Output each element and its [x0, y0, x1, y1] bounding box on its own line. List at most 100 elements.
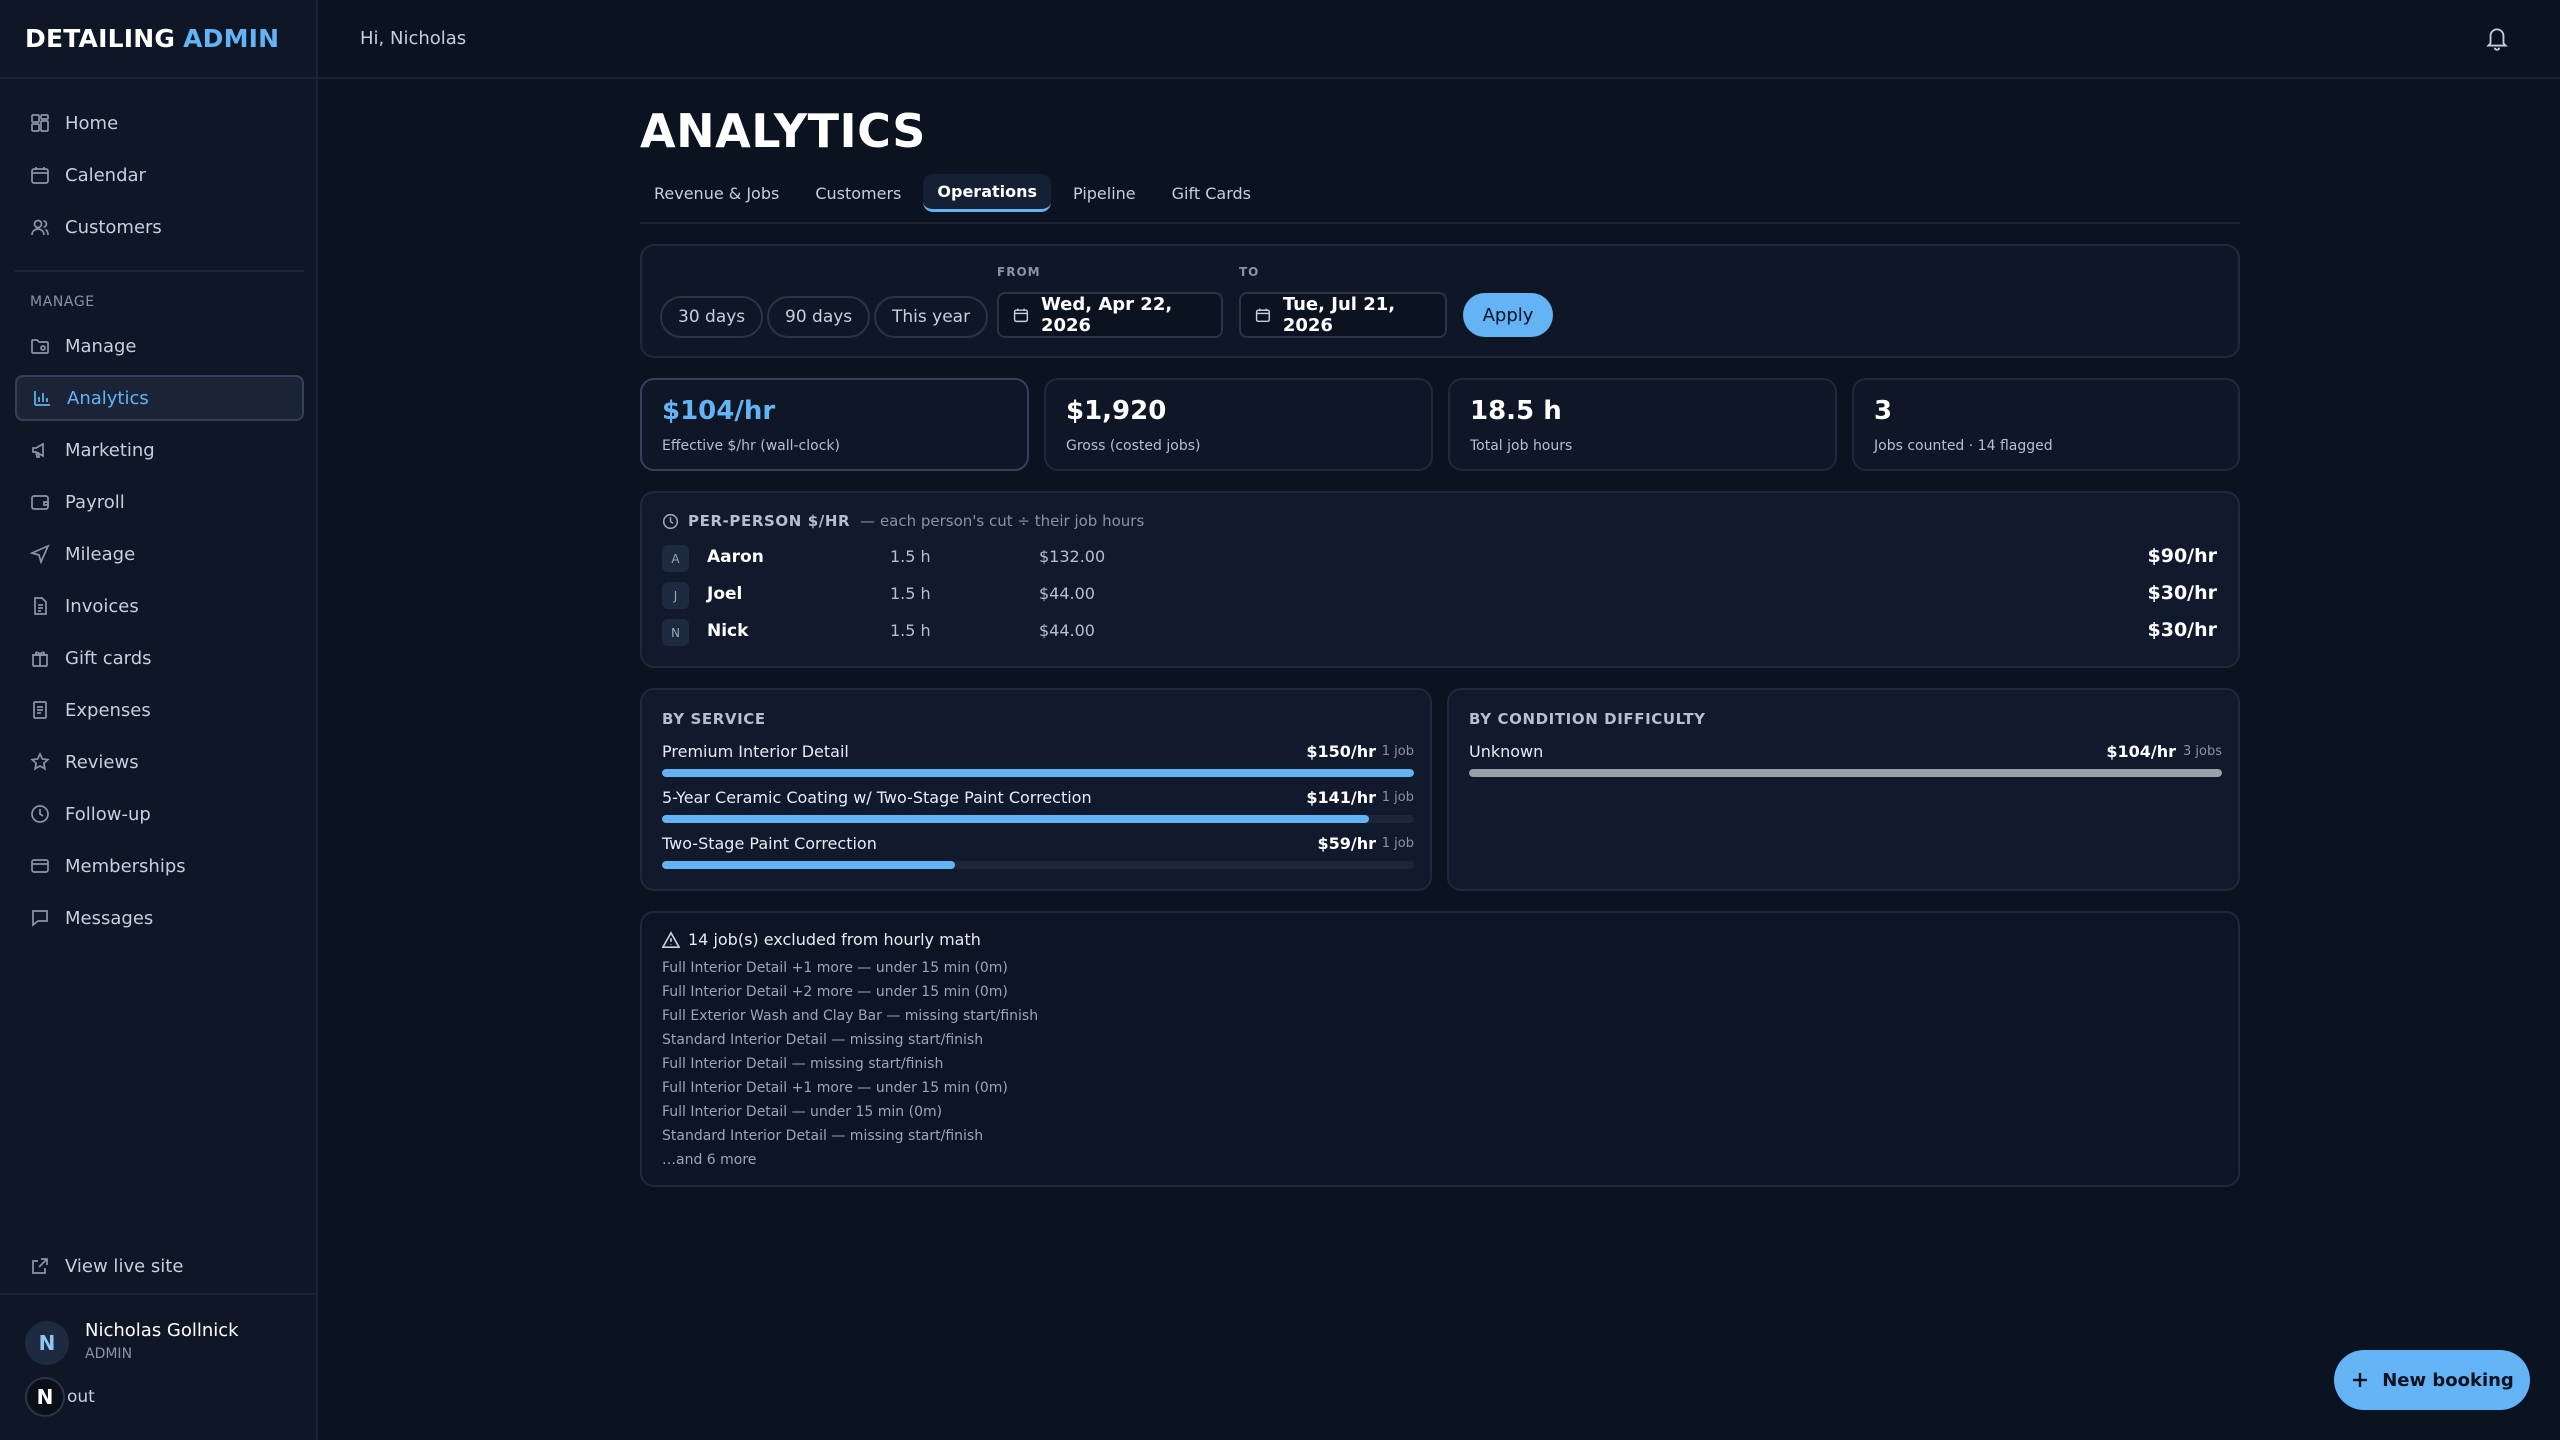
person-name: Aaron — [707, 547, 764, 567]
sidebar-item-calendar[interactable]: Calendar — [15, 152, 304, 198]
preset-90-days-button[interactable]: 90 days — [767, 296, 871, 338]
sidebar-item-customers[interactable]: Customers — [15, 204, 304, 250]
wallet-icon — [30, 492, 50, 512]
tab-customers[interactable]: Customers — [801, 174, 915, 212]
excluded-more: …and 6 more — [662, 1152, 757, 1168]
sidebar-item-label: Mileage — [65, 543, 136, 565]
sidebar-item-label: Memberships — [65, 855, 186, 877]
excluded-item: Full Interior Detail +2 more — under 15 … — [662, 984, 1008, 1000]
gift-icon — [30, 648, 50, 668]
megaphone-icon — [30, 440, 50, 460]
credit-card-icon — [30, 856, 50, 876]
sidebar-item-mileage[interactable]: Mileage — [15, 531, 304, 577]
sidebar-item-memberships[interactable]: Memberships — [15, 843, 304, 889]
per-person-header: PER-PERSON $/HR — each person's cut ÷ th… — [662, 512, 1144, 530]
service-label: 5-Year Ceramic Coating w/ Two-Stage Pain… — [662, 788, 1092, 807]
preset-30-days-button[interactable]: 30 days — [660, 296, 764, 338]
bar-chart-icon — [32, 388, 52, 408]
logout-button[interactable]: N out — [25, 1377, 95, 1417]
service-bar-track — [662, 769, 1414, 777]
sidebar-item-label: Payroll — [65, 491, 125, 513]
sidebar-item-home[interactable]: Home — [15, 100, 304, 146]
kpi-label: Effective $/hr (wall-clock) — [662, 438, 840, 454]
sidebar-item-marketing[interactable]: Marketing — [15, 427, 304, 473]
person-cut: $132.00 — [1039, 547, 1106, 566]
brand-name: DETAILING — [25, 24, 176, 53]
kpi-card-jobs-counted: 3 Jobs counted · 14 flagged — [1852, 378, 2240, 471]
clock-icon — [662, 513, 679, 529]
condition-label: Unknown — [1469, 742, 1544, 761]
excluded-jobs-card: 14 job(s) excluded from hourly math Full… — [640, 911, 2240, 1187]
service-label: Premium Interior Detail — [662, 742, 849, 761]
per-person-card: PER-PERSON $/HR — each person's cut ÷ th… — [640, 491, 2240, 668]
kpi-value: $1,920 — [1066, 396, 1167, 426]
by-service-title: BY SERVICE — [662, 710, 766, 728]
to-label: TO — [1239, 265, 1260, 279]
sidebar-item-label: Home — [65, 112, 119, 134]
per-person-row: A Aaron 1.5 h $132.00 $90/hr — [662, 543, 2217, 573]
service-jobs: 1 job — [1381, 744, 1414, 759]
home-icon — [30, 113, 50, 133]
person-hours: 1.5 h — [890, 547, 931, 566]
brand-accent: ADMIN — [183, 24, 280, 53]
receipt-icon — [30, 700, 50, 720]
sidebar-item-label: Invoices — [65, 595, 139, 617]
condition-bar-row: Unknown $104/hr 3 jobs — [1469, 742, 2222, 782]
message-icon — [30, 908, 50, 928]
tab-operations[interactable]: Operations — [923, 174, 1052, 212]
sidebar-item-label: Reviews — [65, 751, 139, 773]
sidebar-item-payroll[interactable]: Payroll — [15, 479, 304, 525]
users-icon — [30, 217, 50, 237]
sidebar-item-invoices[interactable]: Invoices — [15, 583, 304, 629]
tab-revenue-jobs[interactable]: Revenue & Jobs — [640, 174, 793, 212]
service-rate: $141/hr — [1306, 788, 1376, 807]
user-role: ADMIN — [85, 1346, 133, 1362]
excluded-item: Standard Interior Detail — missing start… — [662, 1128, 984, 1144]
calendar-icon — [1255, 308, 1270, 323]
to-date-field[interactable]: Tue, Jul 21, 2026 — [1239, 292, 1447, 338]
view-live-site-label: View live site — [65, 1255, 184, 1277]
new-booking-button[interactable]: New booking — [2334, 1350, 2530, 1410]
sidebar-item-gift-cards[interactable]: Gift cards — [15, 635, 304, 681]
brand-logo[interactable]: DETAILING ADMIN — [0, 0, 316, 79]
sidebar-item-follow-up[interactable]: Follow-up — [15, 791, 304, 837]
bell-icon[interactable] — [2484, 24, 2510, 52]
sidebar-section-label: MANAGE — [30, 294, 95, 310]
tab-gift-cards[interactable]: Gift Cards — [1158, 174, 1265, 212]
sidebar-item-label: Gift cards — [65, 647, 152, 669]
external-link-icon — [30, 1256, 50, 1276]
view-live-site-link[interactable]: View live site — [15, 1243, 304, 1289]
preset-this-year-button[interactable]: This year — [874, 296, 989, 338]
person-cut: $44.00 — [1039, 621, 1095, 640]
sidebar-item-label: Marketing — [65, 439, 155, 461]
condition-bar-track — [1469, 769, 2222, 777]
sidebar-item-messages[interactable]: Messages — [15, 895, 304, 941]
kpi-value: 18.5 h — [1470, 396, 1562, 426]
by-condition-title: BY CONDITION DIFFICULTY — [1469, 710, 1706, 728]
avatar[interactable]: N — [25, 1321, 69, 1365]
sidebar-item-analytics[interactable]: Analytics — [15, 375, 304, 421]
file-text-icon — [30, 596, 50, 616]
person-rate: $90/hr — [2147, 545, 2218, 567]
per-person-note: — each person's cut ÷ their job hours — [860, 512, 1145, 530]
plus-icon — [2353, 1373, 2368, 1387]
sidebar-item-reviews[interactable]: Reviews — [15, 739, 304, 785]
clock-icon — [30, 804, 50, 824]
sidebar-item-manage[interactable]: Manage — [15, 323, 304, 369]
kpi-label: Total job hours — [1470, 438, 1573, 454]
sidebar-item-label: Follow-up — [65, 803, 151, 825]
excluded-item: Full Interior Detail +1 more — under 15 … — [662, 1080, 1008, 1096]
service-bar-row: Premium Interior Detail $150/hr 1 job — [662, 742, 1414, 782]
kpi-card-effective-rate: $104/hr Effective $/hr (wall-clock) — [640, 378, 1029, 471]
person-hours: 1.5 h — [890, 621, 931, 640]
page-title: ANALYTICS — [640, 104, 926, 158]
apply-button[interactable]: Apply — [1463, 293, 1553, 337]
calendar-icon — [30, 165, 50, 185]
service-bar-track — [662, 861, 1414, 869]
service-bar-row: 5-Year Ceramic Coating w/ Two-Stage Pain… — [662, 788, 1414, 828]
from-date-field[interactable]: Wed, Apr 22, 2026 — [997, 292, 1223, 338]
sidebar-item-expenses[interactable]: Expenses — [15, 687, 304, 733]
by-condition-card: BY CONDITION DIFFICULTY Unknown $104/hr … — [1447, 688, 2240, 891]
condition-rate: $104/hr — [2106, 742, 2176, 761]
tab-pipeline[interactable]: Pipeline — [1059, 174, 1150, 212]
